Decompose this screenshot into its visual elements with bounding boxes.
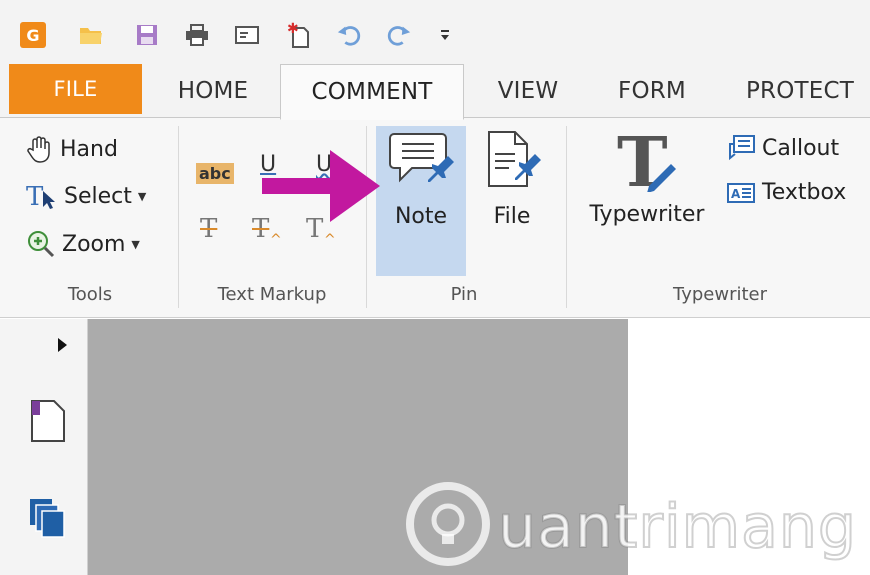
open-folder-icon[interactable] (78, 22, 104, 48)
zoom-icon (26, 229, 56, 259)
tab-home[interactable]: HOME (158, 64, 268, 118)
tab-form[interactable]: FORM (596, 64, 708, 118)
zoom-tool-button[interactable]: Zoom ▼ (26, 229, 140, 259)
file-attachment-icon (479, 130, 545, 196)
ribbon-tabs: FILE HOME COMMENT VIEW FORM PROTECT (0, 64, 870, 120)
group-label-text-markup: Text Markup (217, 284, 327, 305)
app-logo-letter: G (26, 25, 40, 45)
typewriter-icon: T (609, 123, 685, 203)
group-divider (178, 126, 179, 308)
note-button[interactable]: Note (380, 130, 462, 229)
navigation-panel (0, 319, 88, 575)
typewriter-button[interactable]: T Typewriter (584, 123, 710, 227)
document-canvas[interactable] (88, 319, 628, 575)
select-dropdown-icon[interactable]: ▼ (138, 190, 146, 203)
save-icon[interactable] (134, 22, 160, 48)
hand-label: Hand (60, 136, 118, 162)
tab-protect[interactable]: PROTECT (730, 64, 870, 118)
textbox-button[interactable]: A Textbox (726, 180, 846, 205)
select-label: Select (64, 183, 132, 209)
textbox-label: Textbox (762, 180, 847, 205)
note-label: Note (394, 204, 448, 229)
zoom-label: Zoom (62, 231, 126, 257)
callout-label: Callout (762, 135, 840, 161)
svg-text:T: T (26, 182, 44, 211)
expand-panel-icon[interactable] (56, 337, 68, 357)
redo-icon[interactable] (386, 22, 412, 48)
new-icon[interactable]: ✱ (286, 22, 312, 48)
caret-mark-icon: ^ (270, 232, 282, 248)
insert-caret-icon: ^ (324, 232, 336, 248)
tab-view[interactable]: VIEW (476, 64, 580, 118)
zoom-dropdown-icon[interactable]: ▼ (131, 238, 139, 251)
document-page[interactable] (628, 319, 870, 575)
comment-ribbon: Hand T Select ▼ Zoom ▼ Tools abc U U T T… (0, 118, 870, 318)
select-tool-button[interactable]: T Select ▼ (26, 181, 146, 211)
annotation-arrow (262, 150, 382, 234)
svg-text:A: A (731, 187, 741, 201)
bookmarks-icon[interactable] (28, 399, 68, 447)
textbox-icon: A (726, 181, 756, 205)
app-logo-icon[interactable]: G (20, 22, 46, 48)
svg-text:✱: ✱ (287, 22, 299, 37)
group-divider (566, 126, 567, 308)
group-label-tools: Tools (67, 284, 113, 305)
tab-file[interactable]: FILE (9, 64, 142, 114)
callout-button[interactable]: Callout (726, 134, 839, 162)
customize-dropdown-icon[interactable] (436, 22, 454, 48)
hand-icon (24, 134, 54, 164)
group-label-pin: Pin (450, 284, 478, 305)
file-label: File (493, 204, 531, 229)
typewriter-label: Typewriter (589, 202, 705, 227)
undo-icon[interactable] (336, 22, 362, 48)
group-label-typewriter: Typewriter (673, 284, 767, 305)
hand-tool-button[interactable]: Hand (24, 134, 118, 164)
tab-comment[interactable]: COMMENT (280, 64, 464, 120)
highlight-text-button[interactable]: abc (196, 163, 234, 184)
strikeout-button[interactable]: T (200, 214, 217, 244)
select-text-icon: T (26, 181, 58, 211)
note-icon (388, 130, 454, 196)
quick-access-toolbar: G ✱ (0, 0, 870, 64)
file-attachment-button[interactable]: File (474, 130, 550, 229)
print-icon[interactable] (184, 22, 210, 48)
properties-icon[interactable] (234, 22, 260, 48)
pages-thumbnails-icon[interactable] (28, 497, 68, 543)
callout-icon (726, 134, 756, 162)
